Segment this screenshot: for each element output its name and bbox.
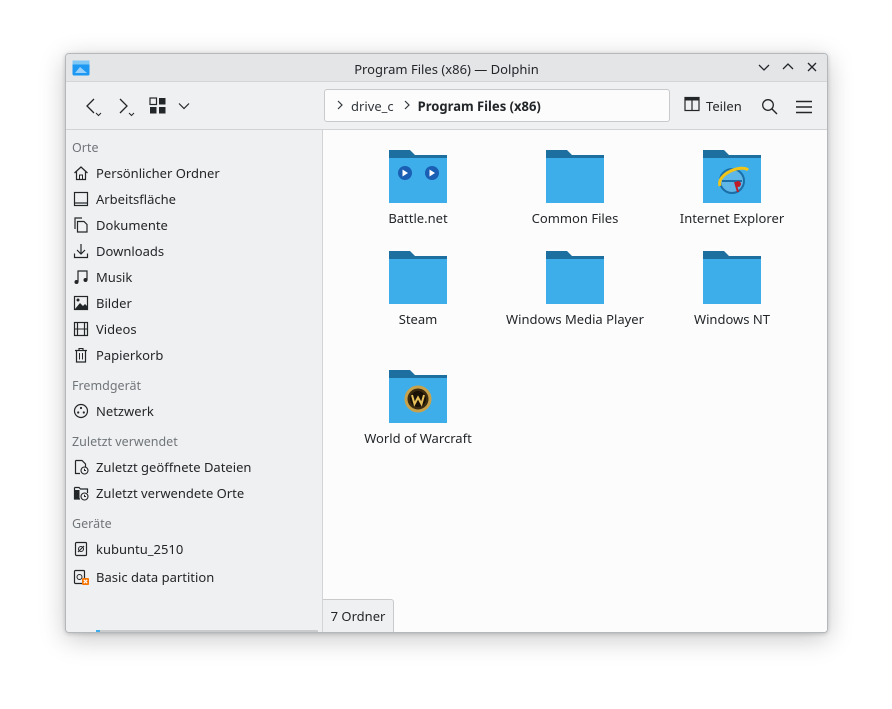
recent-places-icon	[72, 484, 90, 502]
split-view-button[interactable]: Teilen	[684, 96, 742, 116]
folder-item[interactable]: Common Files	[505, 148, 645, 227]
sidebar-item-recent-places[interactable]: Zuletzt verwendete Orte	[72, 482, 244, 504]
sidebar-item-label: Netzwerk	[96, 402, 154, 420]
sidebar-item-label: Bilder	[96, 294, 132, 312]
back-button[interactable]	[83, 95, 105, 117]
search-icon	[761, 98, 779, 116]
download-icon	[72, 242, 90, 260]
close-button[interactable]	[804, 59, 820, 75]
drive-icon	[72, 540, 90, 558]
sidebar-item-downloads[interactable]: Downloads	[72, 240, 164, 262]
sidebar-item-videos[interactable]: Videos	[72, 318, 137, 340]
sidebar-item-music[interactable]: Musik	[72, 266, 132, 288]
main-menu-button[interactable]	[795, 97, 813, 117]
sidebar-item-documents[interactable]: Dokumente	[72, 214, 168, 236]
search-button[interactable]	[761, 97, 779, 117]
folder-ie-icon	[702, 148, 762, 204]
section-heading-fremdgeraet: Fremdgerät	[72, 377, 142, 394]
folder-item[interactable]: Internet Explorer	[662, 148, 802, 227]
home-icon	[72, 164, 90, 182]
folder-name: World of Warcraft	[364, 429, 472, 447]
folder-name: Internet Explorer	[679, 209, 785, 227]
folder-item[interactable]: Windows NT	[662, 249, 802, 328]
network-icon	[72, 402, 90, 420]
sidebar-item-label: kubuntu_2510	[96, 540, 184, 558]
documents-icon	[72, 216, 90, 234]
sidebar-item-label: Arbeitsfläche	[96, 190, 177, 208]
section-heading-geraete: Geräte	[72, 515, 112, 532]
sidebar-item-network[interactable]: Netzwerk	[72, 400, 154, 422]
places-panel: Orte Persönlicher Ordner Arbeitsfläche D…	[66, 130, 323, 632]
icon-view-icon	[149, 97, 167, 115]
folder-icon	[702, 249, 762, 305]
drive-warning-icon	[72, 568, 90, 586]
window-title: Program Files (x86) — Dolphin	[354, 60, 539, 78]
maximize-button[interactable]	[780, 59, 796, 75]
section-heading-zuletzt: Zuletzt verwendet	[72, 433, 178, 450]
folder-icon	[545, 249, 605, 305]
sidebar-item-desktop[interactable]: Arbeitsfläche	[72, 188, 176, 210]
folder-item[interactable]: Steam	[348, 249, 488, 328]
sidebar-item-label: Downloads	[96, 242, 165, 260]
split-view-icon	[684, 96, 700, 116]
desktop-icon	[72, 190, 90, 208]
folder-item[interactable]: World of Warcraft	[348, 368, 488, 447]
sidebar-item-label: Zuletzt geöffnete Dateien	[96, 458, 252, 476]
sidebar-item-home[interactable]: Persönlicher Ordner	[72, 162, 220, 184]
sidebar-item-kubuntu-drive[interactable]: kubuntu_2510	[72, 538, 183, 560]
title-bar[interactable]: Program Files (x86) — Dolphin	[66, 54, 827, 82]
breadcrumb-item-drive-c[interactable]: drive_c	[351, 97, 394, 115]
sidebar-item-trash[interactable]: Papierkorb	[72, 344, 163, 366]
folder-name: Windows Media Player	[506, 310, 644, 328]
folder-name: Steam	[398, 310, 438, 328]
sidebar-item-label: Basic data partition	[96, 568, 215, 586]
drive-capacity-bar	[96, 630, 318, 632]
folder-item[interactable]: Windows Media Player	[505, 249, 645, 328]
toolbar: drive_c Program Files (x86) Teilen	[66, 82, 827, 130]
breadcrumb-separator-icon	[335, 97, 345, 115]
sidebar-item-label: Dokumente	[96, 216, 168, 234]
breadcrumb-item-current[interactable]: Program Files (x86)	[418, 97, 541, 115]
sidebar-item-label: Persönlicher Ordner	[96, 164, 220, 182]
videos-icon	[72, 320, 90, 338]
music-icon	[72, 268, 90, 286]
split-view-label: Teilen	[706, 97, 742, 115]
folder-name: Windows NT	[693, 310, 770, 328]
sidebar-item-label: Videos	[96, 320, 137, 338]
folder-name: Battle.net	[388, 209, 448, 227]
section-heading-orte: Orte	[72, 139, 99, 156]
status-bar-folder-count: 7 Ordner	[323, 599, 394, 632]
sidebar-item-label: Papierkorb	[96, 346, 164, 364]
folder-icon	[545, 148, 605, 204]
forward-button[interactable]	[116, 95, 138, 117]
hamburger-menu-icon	[795, 98, 813, 116]
folder-name: Common Files	[531, 209, 619, 227]
sidebar-item-label: Musik	[96, 268, 133, 286]
breadcrumb[interactable]: drive_c Program Files (x86)	[324, 89, 670, 122]
folder-battlenet-icon	[388, 148, 448, 204]
dolphin-window: Program Files (x86) — Dolphin drive_c Pr…	[65, 53, 828, 633]
chevron-left-icon	[83, 95, 105, 117]
folder-icon	[388, 249, 448, 305]
folder-wow-icon	[388, 368, 448, 424]
view-mode-dropdown[interactable]	[177, 96, 191, 116]
file-view[interactable]: Battle.net Common Files Internet Explore…	[323, 130, 827, 632]
chevron-right-icon	[116, 95, 138, 117]
folder-item[interactable]: Battle.net	[348, 148, 488, 227]
minimize-button[interactable]	[756, 59, 772, 75]
breadcrumb-separator-icon	[402, 97, 412, 115]
sidebar-item-pictures[interactable]: Bilder	[72, 292, 132, 314]
recent-files-icon	[72, 458, 90, 476]
sidebar-item-label: Zuletzt verwendete Orte	[96, 484, 245, 502]
view-mode-button[interactable]	[149, 96, 167, 116]
chevron-down-icon	[177, 99, 191, 113]
pictures-icon	[72, 294, 90, 312]
sidebar-item-basic-data-partition[interactable]: Basic data partition	[72, 566, 214, 588]
sidebar-item-recent-files[interactable]: Zuletzt geöffnete Dateien	[72, 456, 251, 478]
trash-icon	[72, 346, 90, 364]
